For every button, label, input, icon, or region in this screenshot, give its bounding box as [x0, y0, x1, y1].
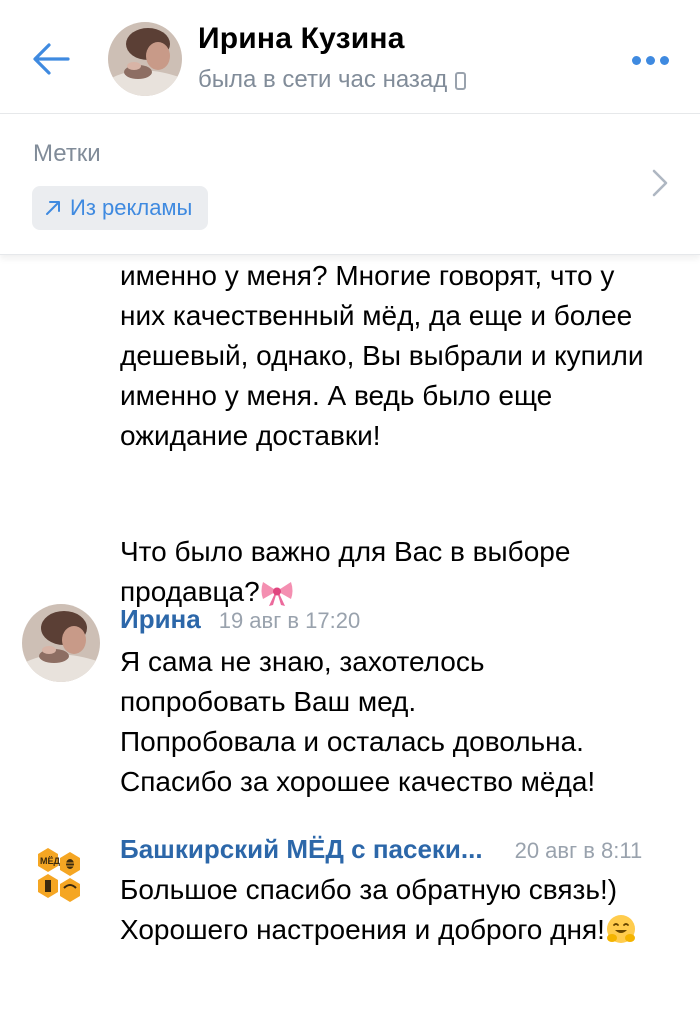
contact-avatar[interactable]: [108, 22, 182, 96]
arrow-up-right-icon: [46, 201, 60, 215]
message-time: 20 авг в 8:11: [514, 838, 643, 863]
sender-avatar-honey[interactable]: МЁД: [22, 836, 100, 914]
chevron-right-icon[interactable]: [650, 168, 670, 198]
message-line: Спасибо за хорошее качество мёда!: [120, 766, 596, 797]
message-line-with-emoji: Хорошего настроения и доброго дня!: [120, 910, 690, 950]
more-horizontal-icon: [632, 52, 674, 69]
message-text: Большое спасибо за обратную связь!) Хоро…: [120, 870, 690, 950]
tag-chip-label: Из рекламы: [70, 195, 193, 220]
contact-status: была в сети час назад: [198, 66, 467, 94]
tags-panel[interactable]: Метки Из рекламы: [0, 114, 700, 255]
message-text: Я сама не знаю, захотелось попробовать В…: [120, 642, 690, 802]
message-meta: Ирина 19 авг в 17:20: [120, 604, 360, 640]
avatar-text: МЁД: [40, 856, 61, 866]
sender-name[interactable]: Ирина: [120, 604, 201, 634]
message-line: именно у меня. А ведь было еще: [120, 380, 553, 411]
message-line: них качественный мёд, да еще и более: [120, 300, 633, 331]
message-line: Хорошего настроения и доброго дня!: [120, 914, 605, 945]
bow-emoji: [261, 582, 293, 606]
message-time: 19 авг в 17:20: [218, 608, 361, 633]
message-line: Что было важно для Вас в выборе: [120, 536, 571, 567]
contact-name[interactable]: Ирина Кузина: [198, 22, 405, 56]
tag-chip-from-ads[interactable]: Из рекламы: [32, 186, 209, 230]
message-line: дешевый, однако, Вы выбрали и купили: [120, 340, 644, 371]
status-text: была в сети час назад: [198, 66, 448, 93]
message-line: ожидание доставки!: [120, 420, 381, 451]
sender-avatar[interactable]: [22, 604, 100, 682]
arrow-left-icon: [33, 43, 70, 75]
message-text: именно у меня? Многие говорят, что у них…: [120, 256, 690, 612]
hugging-face-emoji: [606, 915, 635, 943]
message-line: Я сама не знаю, захотелось: [120, 646, 485, 677]
sender-name[interactable]: Башкирский МЁД с пасеки...: [120, 834, 483, 864]
chat-header: Ирина Кузина была в сети час назад: [0, 0, 700, 114]
message-line: Большое спасибо за обратную связь!): [120, 874, 618, 905]
phone-icon: [455, 72, 467, 90]
more-options-button[interactable]: [632, 52, 682, 68]
message-meta: Башкирский МЁД с пасеки... 20 авг в 8:11: [120, 834, 642, 870]
message-line: попробовать Ваш мед.: [120, 686, 417, 717]
back-button[interactable]: [28, 36, 74, 82]
message-line: именно у меня? Многие говорят, что у: [120, 260, 615, 291]
message-line: Попробовала и осталась довольна.: [120, 726, 584, 757]
message-line: продавца?: [120, 576, 260, 607]
tags-title: Метки: [33, 140, 101, 167]
